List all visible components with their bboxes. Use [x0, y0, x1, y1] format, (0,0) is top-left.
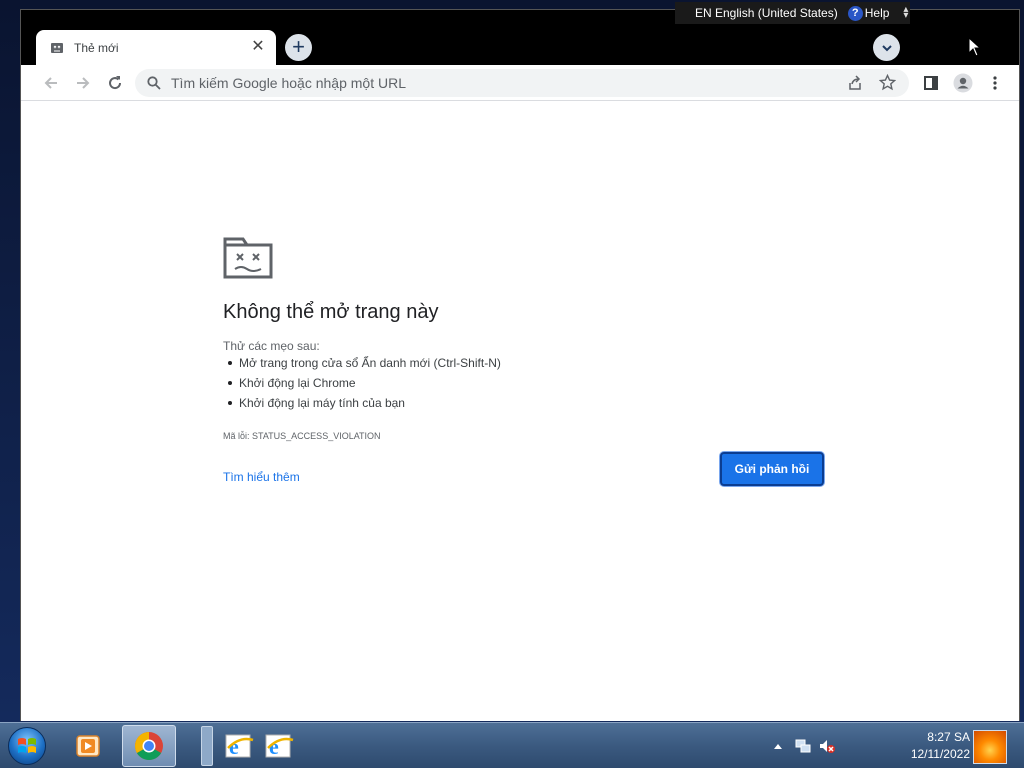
forward-arrow-icon: [77, 77, 90, 89]
side-panel-icon: [924, 76, 938, 90]
language-bar[interactable]: EN English (United States) ? Help ▴ ▾: [675, 2, 910, 24]
taskbar-internet-explorer-2[interactable]: e: [262, 725, 298, 767]
language-indicator[interactable]: EN English (United States): [695, 6, 838, 20]
tab-new-tab[interactable]: Thẻ mới ✕: [36, 30, 276, 65]
taskbar-chrome[interactable]: [122, 725, 176, 767]
error-code: Mã lỗi: STATUS_ACCESS_VIOLATION: [223, 431, 381, 441]
tip-item: Khởi động lại Chrome: [223, 376, 501, 396]
tips-intro: Thử các mẹo sau:: [223, 339, 320, 353]
tips-list: Mở trang trong cửa sổ Ẩn danh mới (Ctrl-…: [223, 356, 501, 416]
internet-explorer-icon: e: [265, 734, 294, 759]
search-icon: [147, 76, 161, 90]
clock[interactable]: 8:27 SA 12/11/2022: [880, 729, 970, 763]
back-button[interactable]: [39, 71, 63, 95]
crashed-tab-favicon-icon: [50, 41, 64, 55]
send-feedback-button[interactable]: Gửi phản hồi: [720, 452, 824, 486]
omnibox[interactable]: [135, 69, 909, 97]
media-player-icon: [76, 735, 100, 757]
tab-search-button[interactable]: [873, 34, 900, 61]
chrome-menu-button[interactable]: [983, 71, 1007, 95]
tip-item: Mở trang trong cửa sổ Ẩn danh mới (Ctrl-…: [223, 356, 501, 376]
start-button[interactable]: [8, 727, 46, 765]
help-button[interactable]: ? Help: [847, 5, 890, 21]
volume-muted-icon: [820, 740, 835, 753]
sad-tab-icon: [223, 237, 273, 279]
tab-close-icon[interactable]: ✕: [250, 39, 266, 55]
back-arrow-icon: [44, 77, 57, 89]
windows-logo-icon: [18, 738, 36, 753]
show-hidden-icons-button[interactable]: [770, 725, 786, 767]
clock-date: 12/11/2022: [910, 747, 970, 761]
chrome-icon: [135, 732, 163, 760]
profile-button[interactable]: [951, 71, 975, 95]
new-tab-button[interactable]: +: [285, 34, 312, 61]
browser-toolbar: [21, 65, 1019, 101]
side-panel-button[interactable]: [919, 71, 943, 95]
clock-time: 8:27 SA: [927, 730, 970, 744]
profile-avatar-icon: [953, 73, 973, 93]
network-icon: [795, 739, 811, 753]
user-thumbnail-icon[interactable]: [973, 730, 1007, 764]
chrome-window: Thẻ mới ✕ + Tìm kiếm Google hoặc nhập mộ…: [20, 9, 1020, 721]
reload-icon: [109, 76, 122, 90]
network-tray-button[interactable]: [792, 725, 814, 767]
learn-more-link[interactable]: Tìm hiểu thêm: [223, 470, 300, 484]
mouse-cursor-icon: [968, 37, 982, 57]
chevron-down-icon: [881, 44, 892, 51]
tab-title: Thẻ mới: [74, 40, 119, 55]
more-vert-icon: [993, 76, 997, 90]
reload-button[interactable]: [103, 71, 127, 95]
help-icon: ?: [847, 5, 863, 21]
scroll-handle[interactable]: [201, 726, 213, 766]
page-content: Không thể mở trang này Thử các mẹo sau: …: [21, 101, 1019, 721]
forward-button[interactable]: [71, 71, 95, 95]
taskbar-media-player[interactable]: [66, 725, 110, 767]
taskbar-internet-explorer-1[interactable]: e: [222, 725, 258, 767]
taskbar-scroll-handle[interactable]: [200, 725, 214, 767]
language-bar-options-icon[interactable]: ▴ ▾: [903, 5, 908, 21]
taskbar: e e 8:27 SA 12/11/2022: [0, 722, 1024, 768]
error-heading: Không thể mở trang này: [223, 301, 439, 323]
share-icon[interactable]: [847, 75, 863, 91]
triangle-up-icon: [774, 744, 782, 749]
internet-explorer-icon: e: [225, 734, 254, 759]
help-label: Help: [864, 6, 890, 20]
bookmark-star-icon[interactable]: [879, 74, 896, 91]
address-input[interactable]: [171, 74, 811, 92]
volume-tray-button[interactable]: [816, 725, 838, 767]
tip-item: Khởi động lại máy tính của bạn: [223, 396, 501, 416]
